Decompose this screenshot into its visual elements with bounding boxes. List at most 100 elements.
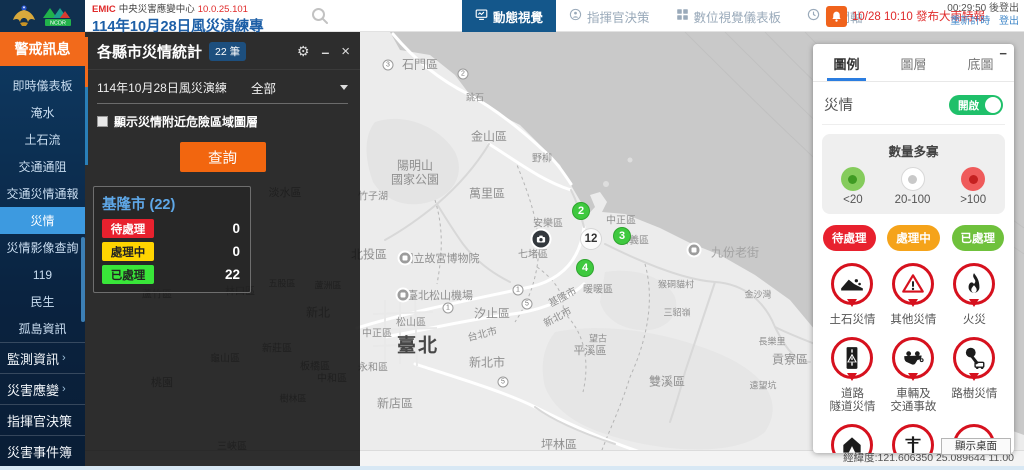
- header-tab-指揮官決策[interactable]: 指揮官決策: [556, 0, 663, 32]
- road-tunnel-icon: [831, 337, 873, 379]
- event-select[interactable]: 114年10月28日風災演練: [97, 79, 239, 96]
- legend-tab-圖層[interactable]: 圖層: [880, 44, 947, 81]
- panel-edge-accent2: [85, 87, 88, 165]
- fire-icon: [953, 263, 995, 305]
- sidebar-item-即時儀表板[interactable]: 即時儀表板: [0, 72, 85, 99]
- legend-icon-label: 道路 隧道災情: [829, 388, 875, 414]
- sidebar-item-災情影像查詢[interactable]: 災情影像查詢: [0, 234, 85, 261]
- airport-poi-icon: [396, 288, 411, 303]
- quantity-label: 20-100: [895, 194, 931, 206]
- legend-icon-house-collapse[interactable]: [822, 424, 883, 453]
- legend-icon-rockslide[interactable]: 土石災情: [822, 263, 883, 327]
- quantity-dot-icon: [901, 167, 925, 191]
- legend-minimize-icon[interactable]: −: [999, 46, 1007, 61]
- legend-icon-road-tree[interactable]: 路樹災情: [944, 337, 1005, 414]
- sidebar-item-災情[interactable]: 災情: [0, 207, 85, 234]
- system-title: EMIC中央災害應變中心10.0.25.101 114年10月28日風災演練專: [92, 1, 264, 36]
- checkbox-icon[interactable]: [97, 116, 108, 127]
- incident-icon-grid: 土石災情 其他災情火災道路 隧道災情車輛及 交通事故路樹災情: [822, 263, 1005, 453]
- svg-text:NCDR: NCDR: [50, 21, 66, 27]
- sidebar-nav: 警戒訊息 即時儀表板淹水土石流交通通阻交通災情通報災情災情影像查詢119民生孤島…: [0, 32, 85, 470]
- quantity-item: 20-100: [895, 167, 931, 206]
- quantity-dot-core: [908, 175, 917, 184]
- sidebar-item-孤島資訊[interactable]: 孤島資訊: [0, 315, 85, 342]
- danger-layer-checkbox-row[interactable]: 顯示災情附近危險區域圖層: [97, 113, 348, 130]
- status-pill-處理中: 處理中: [887, 225, 940, 251]
- chevron-right-icon: ›: [62, 383, 66, 395]
- poi-glyph: [403, 256, 408, 261]
- quantity-item: >100: [960, 167, 986, 206]
- sidebar-item-民生[interactable]: 民生: [0, 288, 85, 315]
- museum-poi-icon: [398, 251, 413, 266]
- sidebar-item-119[interactable]: 119: [0, 261, 85, 288]
- stat-chip-已處理: 已處理: [102, 265, 154, 284]
- incident-marker-2[interactable]: 2: [572, 202, 590, 220]
- route-shield-icon: 1: [443, 303, 454, 314]
- incident-marker-3[interactable]: 3: [613, 227, 631, 245]
- reset-timer-link[interactable]: 重新計時: [950, 16, 990, 27]
- header-tab-動態視覺[interactable]: 動態視覺: [462, 0, 556, 32]
- sidebar-section-label: 指揮官決策: [7, 411, 72, 430]
- legend-section-title: 災情: [824, 94, 853, 115]
- stat-row-處理中: 處理中0: [102, 242, 242, 261]
- gear-icon[interactable]: ⚙: [297, 43, 310, 60]
- sidebar-section-指揮官決策[interactable]: 指揮官決策: [0, 404, 85, 435]
- legend-panel: 圖例圖層底圖 − 災情 開啟 數量多寡 <2020-100>100 待處理處理中…: [813, 44, 1014, 453]
- query-button[interactable]: 查詢: [180, 142, 266, 172]
- sidebar-item-土石流[interactable]: 土石流: [0, 126, 85, 153]
- search-icon[interactable]: [310, 6, 330, 26]
- legend-tabs: 圖例圖層底圖: [813, 44, 1014, 82]
- stat-chip-處理中: 處理中: [102, 242, 154, 261]
- sidebar-section-災害應變[interactable]: 災害應變›: [0, 373, 85, 404]
- quantity-title: 數量多寡: [826, 141, 1001, 160]
- route-shield-icon: 3: [383, 60, 394, 71]
- toggle-label: 開啟: [958, 98, 979, 113]
- show-desktop-tooltip[interactable]: 顯示桌面: [941, 438, 1011, 455]
- minimize-icon[interactable]: –: [321, 44, 329, 60]
- route-shield-icon: 1: [513, 285, 524, 296]
- sidebar-section-災害事件簿[interactable]: 災害事件簿: [0, 435, 85, 466]
- close-icon[interactable]: ×: [341, 43, 350, 60]
- poi-glyph: [692, 248, 697, 253]
- legend-icon-utility-pole[interactable]: [883, 424, 944, 453]
- cluster-marker[interactable]: 12: [580, 228, 602, 250]
- sidebar-item-交通通阻[interactable]: 交通通阻: [0, 153, 85, 180]
- sidebar-section-label: 災害應變: [7, 380, 59, 399]
- status-pill-待處理: 待處理: [823, 225, 876, 251]
- sidebar-item-淹水[interactable]: 淹水: [0, 99, 85, 126]
- header-tab-數位視覺儀表板[interactable]: 數位視覺儀表板: [663, 0, 795, 32]
- quantity-dot-icon: [841, 167, 865, 191]
- logo-block[interactable]: NCDR: [0, 0, 85, 32]
- quantity-label: >100: [960, 194, 986, 206]
- sidebar-items: 即時儀表板淹水土石流交通通阻交通災情通報災情災情影像查詢119民生孤島資訊: [0, 72, 85, 342]
- quantity-dots: <2020-100>100: [826, 167, 1001, 206]
- legend-icon-vehicle-accident[interactable]: 車輛及 交通事故: [883, 337, 944, 414]
- legend-icon-label: 土石災情: [829, 314, 875, 327]
- sidebar-sections: 監測資訊›災害應變›指揮官決策災害事件簿: [0, 342, 85, 466]
- sidebar-scrollbar[interactable]: [81, 237, 85, 322]
- warning-icon: [892, 263, 934, 305]
- city-name[interactable]: 基隆市: [102, 197, 146, 213]
- divider: [85, 69, 360, 70]
- sidebar-item-交通災情通報[interactable]: 交通災情通報: [0, 180, 85, 207]
- legend-icon-road-tunnel[interactable]: 道路 隧道災情: [822, 337, 883, 414]
- org-name: 中央災害應變中心: [119, 4, 195, 15]
- layer-toggle[interactable]: 開啟: [949, 95, 1003, 115]
- taskbar-edge: [0, 466, 1024, 470]
- logout-link[interactable]: 登出: [999, 16, 1019, 27]
- legend-icon-label: 其他災情: [890, 314, 936, 327]
- legend-icon-warning[interactable]: 其他災情: [883, 263, 944, 327]
- sidebar-item-alert-messages[interactable]: 警戒訊息: [0, 32, 85, 66]
- alarm-bell-icon[interactable]: [826, 6, 847, 27]
- legend-tab-圖例[interactable]: 圖例: [813, 44, 880, 81]
- city-count: (22): [150, 197, 176, 213]
- quantity-dot-icon: [961, 167, 985, 191]
- incident-photo-marker[interactable]: [531, 229, 552, 250]
- incident-marker-4[interactable]: 4: [576, 259, 594, 277]
- server-ip: 10.0.25.101: [198, 4, 248, 15]
- filter-select[interactable]: 全部: [251, 78, 340, 97]
- legend-icon-fire[interactable]: 火災: [944, 263, 1005, 327]
- route-shield-icon: 5: [498, 377, 509, 388]
- event-select-row[interactable]: 114年10月28日風災演練 全部: [97, 78, 348, 104]
- sidebar-section-監測資訊[interactable]: 監測資訊›: [0, 342, 85, 373]
